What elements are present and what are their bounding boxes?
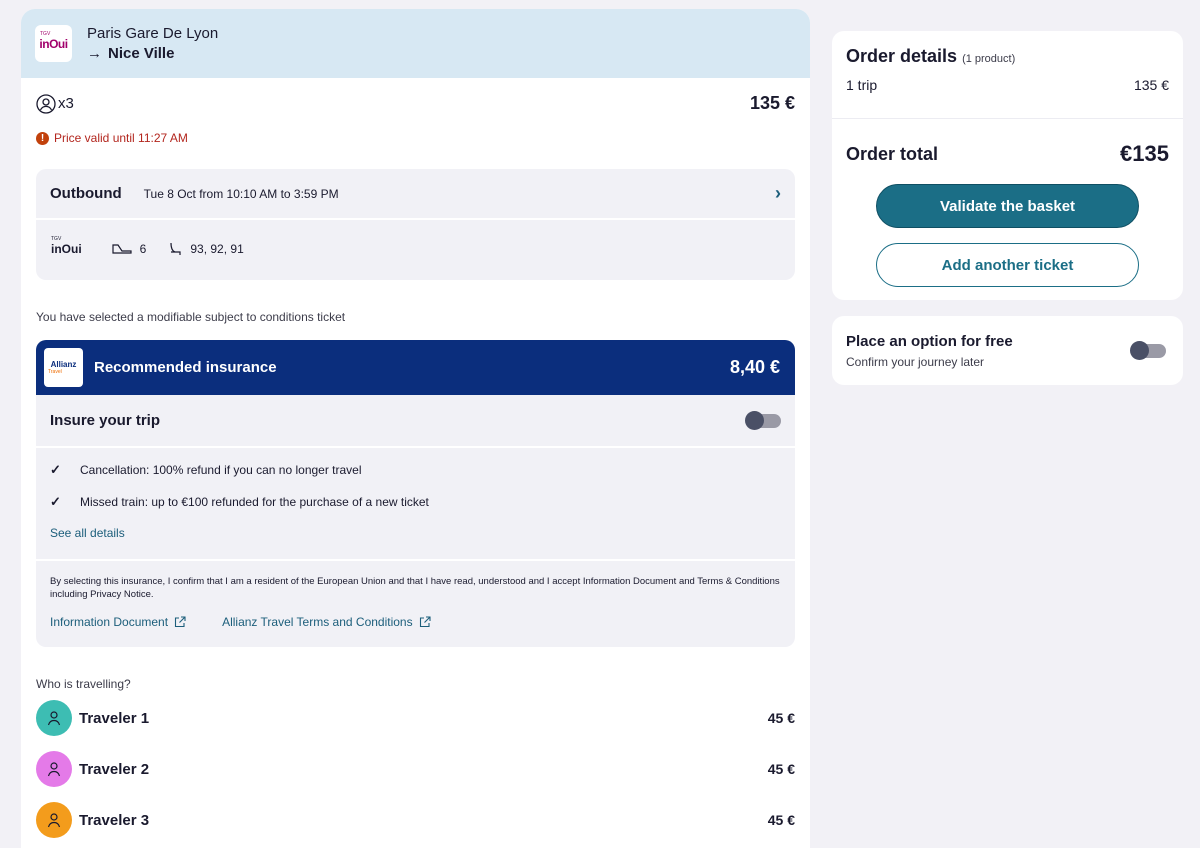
route-from: Paris Gare De Lyon [87, 25, 219, 42]
outbound-label: Outbound [50, 185, 122, 202]
order-total: Order total €135 [846, 141, 1169, 166]
avatar [36, 751, 72, 787]
seat-info: 93, 92, 91 [168, 242, 244, 256]
outbound-card[interactable]: Outbound Tue 8 Oct from 10:10 AM to 3:59… [36, 169, 795, 280]
insurance-title: Recommended insurance [94, 359, 277, 376]
outbound-time: Tue 8 Oct from 10:10 AM to 3:59 PM [143, 186, 339, 201]
add-ticket-button[interactable]: Add another ticket [876, 243, 1139, 287]
traveler-row[interactable]: Traveler 3 45 € [36, 802, 795, 838]
user-icon [47, 762, 61, 777]
insure-trip-row[interactable]: Insure your trip [36, 395, 795, 448]
check-icon: ✓ [50, 494, 61, 509]
insure-trip-label: Insure your trip [50, 412, 161, 429]
seat-icon [170, 242, 181, 255]
option-toggle[interactable] [1130, 340, 1166, 360]
check-icon: ✓ [50, 462, 61, 477]
option-card: Place an option for free Confirm your jo… [832, 316, 1183, 385]
traveler-price: 45 € [767, 761, 795, 777]
avatar [36, 700, 72, 736]
user-icon [47, 711, 61, 726]
order-title: Order details (1 product) [846, 46, 1016, 66]
external-link-icon [175, 616, 186, 628]
information-document-link[interactable]: Information Document [50, 615, 186, 629]
arrow-right-icon: → [87, 45, 102, 62]
trip-price: 135 € [749, 93, 795, 113]
avatar [36, 802, 72, 838]
option-text: Place an option for free Confirm your jo… [846, 333, 1013, 369]
order-summary: Order details (1 product) 1 trip 135 € [832, 31, 1183, 119]
traveler-price: 45 € [767, 710, 795, 726]
benefit-item: ✓ Missed train: up to €100 refunded for … [50, 494, 429, 509]
traveler-name: Traveler 3 [79, 811, 150, 829]
traveler-name: Traveler 1 [79, 709, 150, 727]
insurance-benefits: ✓ Cancellation: 100% refund if you can n… [36, 448, 795, 561]
coach-info: 6 [112, 242, 146, 256]
ticket-note: You have selected a modifiable subject t… [36, 310, 346, 324]
order-total-value: €135 [1120, 141, 1169, 166]
passenger-count: x3 [36, 93, 74, 114]
inoui-logo: TGV inOui [35, 25, 72, 62]
option-title: Place an option for free [846, 332, 1013, 350]
validate-basket-button[interactable]: Validate the basket [876, 184, 1139, 228]
route: Paris Gare De Lyon → Nice Ville [87, 25, 218, 62]
toggle-knob [745, 410, 764, 430]
terms-conditions-link[interactable]: Allianz Travel Terms and Conditions [222, 615, 431, 629]
passenger-row: x3 135 € [36, 93, 795, 114]
user-icon [47, 813, 61, 828]
coach-icon [112, 244, 132, 254]
user-icon [36, 93, 56, 114]
benefit-item: ✓ Cancellation: 100% refund if you can n… [50, 462, 362, 477]
product-count: (1 product) [962, 53, 1016, 65]
trip-header: TGV inOui Paris Gare De Lyon → Nice Vill… [21, 9, 810, 78]
travellers-heading: Who is travelling? [36, 677, 131, 691]
insurance-toggle[interactable] [745, 410, 781, 430]
inoui-brand: TGV inOui [51, 236, 82, 256]
external-link-icon [419, 616, 431, 628]
price-validity: ! Price valid until 11:27 AM [36, 131, 188, 145]
allianz-logo: Allianz Travel [44, 348, 83, 387]
option-subtitle: Confirm your journey later [846, 354, 985, 369]
traveler-name: Traveler 2 [79, 760, 150, 778]
insurance-header: Allianz Travel Recommended insurance 8,4… [36, 340, 795, 395]
warning-icon: ! [36, 131, 49, 145]
outbound-summary[interactable]: Outbound Tue 8 Oct from 10:10 AM to 3:59… [36, 169, 795, 220]
see-all-details-link[interactable]: See all details [50, 526, 781, 540]
traveler-row[interactable]: Traveler 1 45 € [36, 700, 795, 736]
traveler-row[interactable]: Traveler 2 45 € [36, 751, 795, 787]
legal-links: Information Document Allianz Travel Term… [50, 615, 781, 629]
order-details-card: Order details (1 product) 1 trip 135 € O… [832, 31, 1183, 300]
insurance-price: 8,40 € [729, 357, 780, 377]
chevron-right-icon[interactable]: › [775, 183, 781, 204]
order-line: 1 trip 135 € [846, 77, 1169, 93]
route-to: → Nice Ville [87, 45, 175, 62]
basket-panel: TGV inOui Paris Gare De Lyon → Nice Vill… [21, 9, 810, 848]
legal-text: By selecting this insurance, I confirm t… [50, 576, 780, 600]
toggle-knob [1130, 340, 1149, 360]
traveler-price: 45 € [767, 812, 795, 828]
insurance-card: Allianz Travel Recommended insurance 8,4… [36, 340, 795, 647]
outbound-details: TGV inOui 6 93, 92, 91 [36, 220, 795, 278]
insurance-legal: By selecting this insurance, I confirm t… [36, 561, 795, 629]
